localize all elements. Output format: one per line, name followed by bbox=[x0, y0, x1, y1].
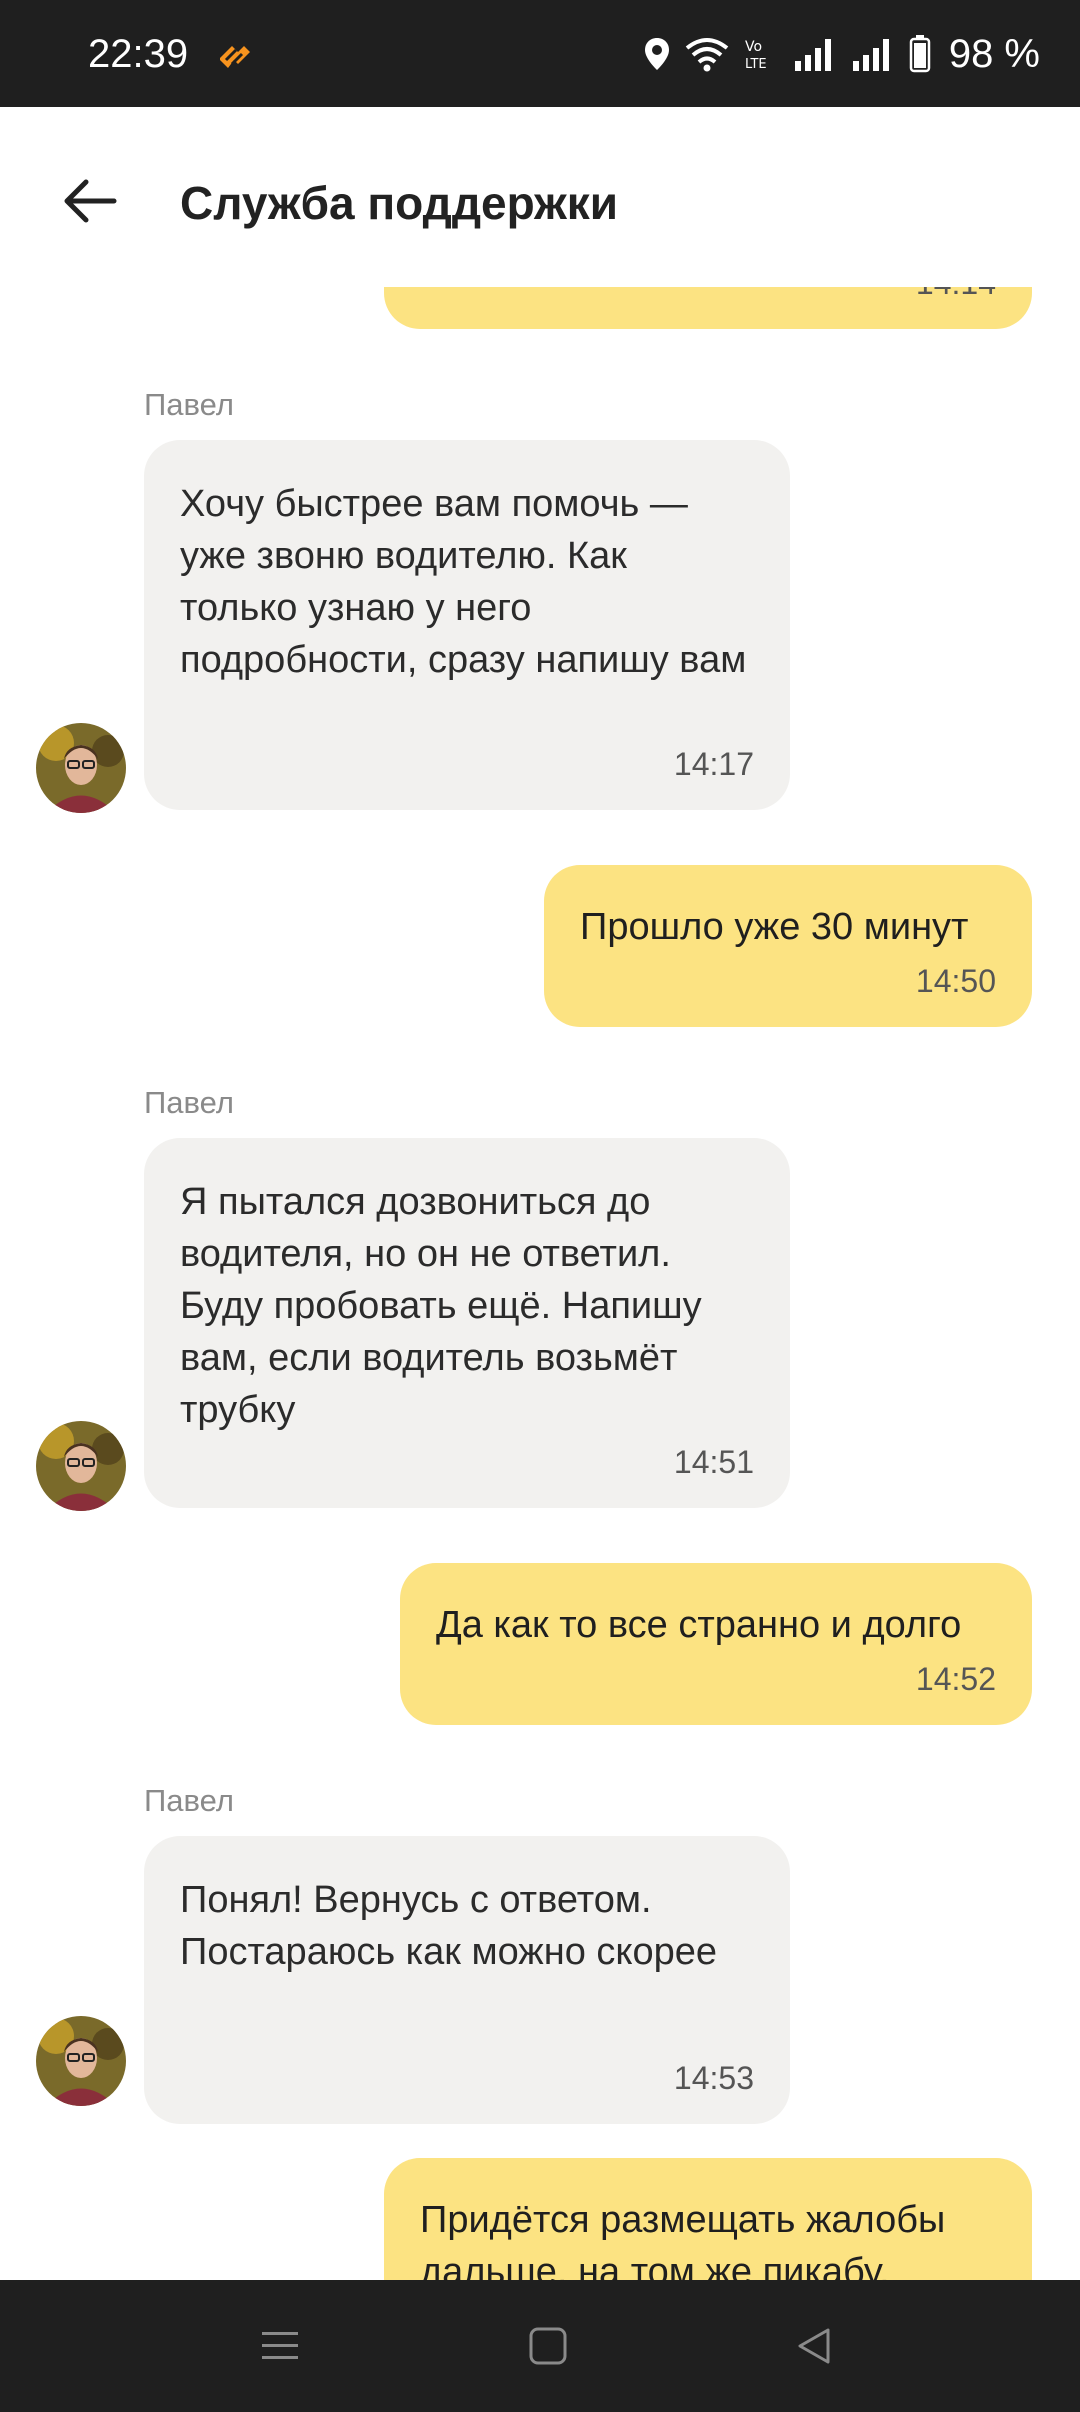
status-bar: 22:39 Vo LTE 98 % bbox=[0, 0, 1080, 107]
arrow-left-icon bbox=[62, 177, 118, 230]
sender-name: Павел bbox=[144, 387, 234, 422]
message-time: 14:17 bbox=[673, 746, 754, 782]
message-text: Да как то все странно и долго bbox=[436, 1604, 962, 1646]
incoming-message[interactable]: Понял! Вернусь с ответом. Постараюсь как… bbox=[144, 1836, 790, 2124]
wifi-icon bbox=[685, 36, 729, 72]
status-time: 22:39 bbox=[88, 32, 189, 76]
sender-name: Павел bbox=[144, 1085, 234, 1120]
message-time: 14:51 bbox=[673, 1444, 754, 1480]
avatar[interactable] bbox=[36, 2016, 126, 2106]
menu-button[interactable] bbox=[240, 2308, 320, 2388]
message-text: Прошло уже 30 минут bbox=[580, 906, 969, 948]
sender-name: Павел bbox=[144, 1783, 234, 1818]
message-time: 14:50 bbox=[915, 963, 996, 999]
home-icon bbox=[528, 2326, 568, 2371]
incoming-message[interactable]: Я пытался дозвониться до водителя, но он… bbox=[144, 1138, 790, 1508]
menu-icon bbox=[260, 2328, 300, 2369]
outgoing-message[interactable]: Да как то все странно и долго 14:52 bbox=[400, 1563, 1032, 1725]
outgoing-message[interactable]: 14:14 bbox=[384, 287, 1032, 329]
notification-heart-icon bbox=[214, 40, 254, 74]
message-time: 14:52 bbox=[915, 1661, 996, 1697]
battery-icon bbox=[909, 35, 931, 73]
message-time: 14:53 bbox=[673, 2060, 754, 2096]
message-time: 14:14 bbox=[916, 287, 996, 301]
back-icon bbox=[794, 2326, 834, 2371]
outgoing-message[interactable]: Придётся размещать жалобы дальше, на том… bbox=[384, 2158, 1032, 2280]
svg-text:LTE: LTE bbox=[745, 57, 767, 72]
message-text: Понял! Вернусь с ответом. Постараюсь как… bbox=[180, 1879, 717, 1973]
header: Служба поддержки bbox=[0, 107, 1080, 287]
status-icons: Vo LTE 98 % bbox=[643, 30, 1040, 78]
svg-text:Vo: Vo bbox=[745, 39, 762, 55]
chat-list[interactable]: 14:14 Павел Хочу быстрее вам помочь — уж… bbox=[0, 287, 1080, 2280]
location-icon bbox=[643, 36, 671, 72]
signal-icon bbox=[851, 37, 895, 71]
back-nav-button[interactable] bbox=[774, 2308, 854, 2388]
avatar[interactable] bbox=[36, 723, 126, 813]
message-text: Хочу быстрее вам помочь — уже звоню води… bbox=[180, 483, 747, 681]
message-text: Придётся размещать жалобы дальше, на том… bbox=[420, 2199, 946, 2280]
navigation-bar bbox=[0, 2280, 1080, 2412]
incoming-message[interactable]: Хочу быстрее вам помочь — уже звоню води… bbox=[144, 440, 790, 810]
battery-percent: 98 % bbox=[948, 32, 1040, 76]
signal-icon bbox=[793, 37, 837, 71]
avatar[interactable] bbox=[36, 1421, 126, 1511]
back-button[interactable] bbox=[54, 167, 126, 239]
message-text: Я пытался дозвониться до водителя, но он… bbox=[180, 1181, 702, 1431]
home-button[interactable] bbox=[508, 2308, 588, 2388]
volte-icon: Vo LTE bbox=[743, 36, 779, 72]
outgoing-message[interactable]: Прошло уже 30 минут 14:50 bbox=[544, 865, 1032, 1027]
page-title: Служба поддержки bbox=[180, 177, 619, 229]
